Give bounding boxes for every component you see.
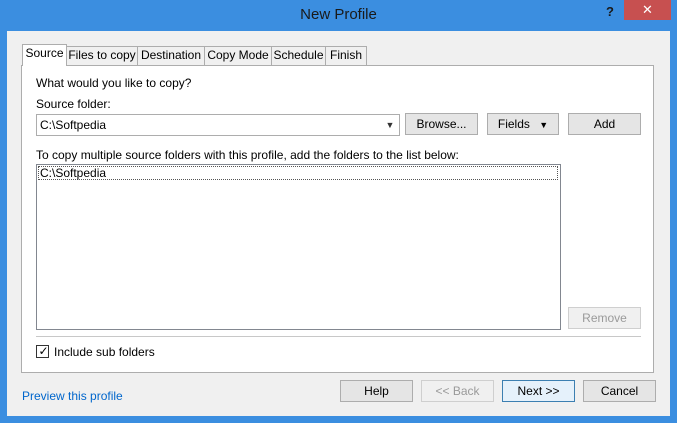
- checkmark-icon: ✓: [38, 344, 49, 358]
- chevron-down-icon[interactable]: ▼: [384, 118, 396, 132]
- fields-button[interactable]: Fields ▼: [487, 113, 559, 135]
- list-item[interactable]: C:\Softpedia: [38, 166, 558, 180]
- window-title: New Profile: [300, 6, 377, 23]
- add-button[interactable]: Add: [568, 113, 641, 135]
- include-sub-folders-label: Include sub folders: [54, 345, 155, 359]
- close-icon[interactable]: ✕: [624, 0, 671, 20]
- dialog-client-area: Source Files to copy Destination Copy Mo…: [7, 31, 670, 416]
- source-tab-panel: What would you like to copy? Source fold…: [21, 65, 654, 373]
- next-button[interactable]: Next >>: [502, 380, 575, 402]
- copy-question: What would you like to copy?: [36, 76, 192, 90]
- tab-source[interactable]: Source: [22, 44, 67, 66]
- help-button[interactable]: Help: [340, 380, 413, 402]
- tab-schedule[interactable]: Schedule: [271, 46, 326, 65]
- source-folder-value: C:\Softpedia: [40, 118, 107, 132]
- source-folder-label: Source folder:: [36, 97, 111, 111]
- remove-button[interactable]: Remove: [568, 307, 641, 329]
- preview-profile-link[interactable]: Preview this profile: [22, 389, 123, 403]
- back-button[interactable]: << Back: [421, 380, 494, 402]
- dropdown-arrow-icon: ▼: [539, 120, 549, 130]
- fields-button-label: Fields: [497, 117, 530, 131]
- divider: [36, 336, 641, 337]
- new-profile-window: New Profile ? ✕ Source Files to copy Des…: [0, 0, 677, 423]
- tab-copy-mode[interactable]: Copy Mode: [204, 46, 272, 65]
- tab-destination[interactable]: Destination: [137, 46, 205, 65]
- source-folder-combo[interactable]: C:\Softpedia ▼: [36, 114, 400, 136]
- tab-finish[interactable]: Finish: [325, 46, 367, 65]
- list-hint: To copy multiple source folders with thi…: [36, 148, 459, 162]
- cancel-button[interactable]: Cancel: [583, 380, 656, 402]
- title-bar[interactable]: New Profile ? ✕: [0, 0, 677, 31]
- help-icon[interactable]: ?: [597, 2, 623, 22]
- include-sub-folders-checkbox[interactable]: ✓: [36, 344, 49, 358]
- browse-button[interactable]: Browse...: [405, 113, 478, 135]
- source-folders-list[interactable]: C:\Softpedia: [36, 164, 561, 330]
- tab-files-to-copy[interactable]: Files to copy: [66, 46, 138, 65]
